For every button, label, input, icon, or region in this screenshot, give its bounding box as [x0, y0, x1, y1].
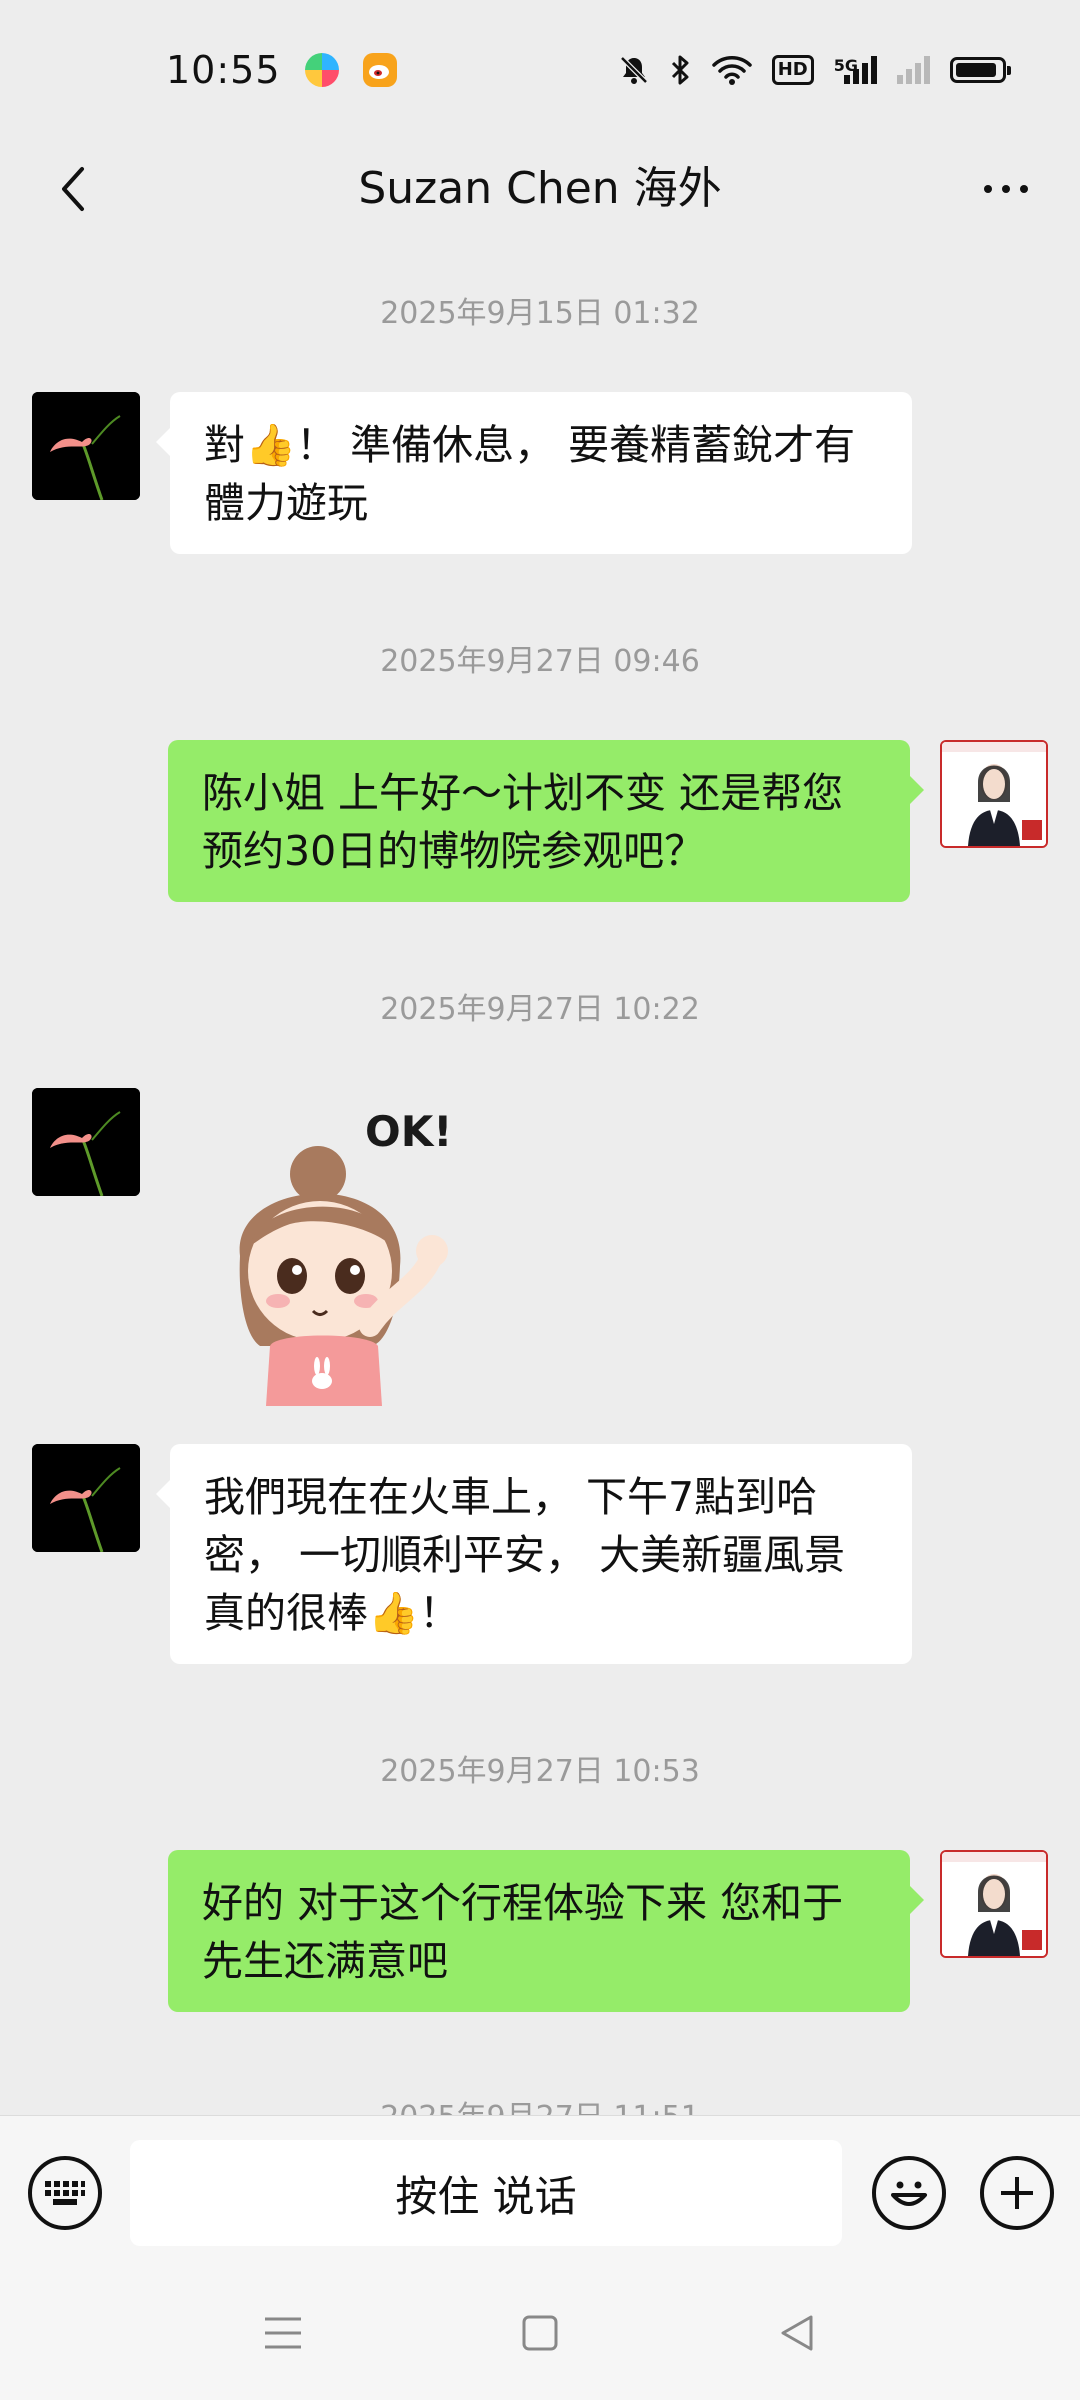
back-button[interactable] — [38, 154, 108, 224]
clock-time: 10:55 — [166, 48, 281, 92]
system-back-button[interactable] — [762, 2305, 832, 2361]
message-timestamp: 2025年9月15日 01:32 — [380, 296, 700, 331]
status-left: 10:55 — [166, 48, 397, 92]
colorful-app-icon — [304, 53, 339, 87]
hold-to-talk-button[interactable]: 按住 说话 — [130, 2140, 842, 2246]
more-functions-button[interactable] — [980, 2156, 1054, 2230]
outgoing-message-bubble[interactable]: 陈小姐 上午好～计划不变 还是帮您预约30日的博物院参观吧？ — [168, 740, 924, 902]
voice-keyboard-toggle-button[interactable] — [28, 2156, 102, 2230]
wifi-icon — [711, 54, 752, 86]
home-button[interactable] — [505, 2305, 575, 2361]
system-navigation-bar — [0, 2265, 1080, 2400]
weibo-icon — [362, 53, 397, 87]
sticker-caption: OK! — [365, 1107, 452, 1156]
outgoing-message-bubble[interactable]: 好的 对于这个行程体验下来 您和于先生还满意吧 — [168, 1850, 924, 2012]
mute-icon — [618, 54, 650, 86]
more-options-button[interactable] — [966, 154, 1046, 224]
plus-icon — [1001, 2177, 1033, 2209]
calla-lily-avatar-image — [32, 392, 140, 500]
contact-avatar[interactable] — [32, 1088, 140, 1196]
signal-empty-icon — [897, 56, 930, 84]
status-bar: 10:55 HD 5G — [0, 0, 1080, 140]
home-icon — [522, 2315, 558, 2351]
incoming-message-bubble[interactable]: 對👍！ 準備休息， 要養精蓄銳才有體力遊玩 — [156, 392, 912, 554]
back-triangle-icon — [781, 2315, 813, 2351]
status-indicators: HD 5G — [618, 54, 1011, 86]
bluetooth-icon — [670, 54, 692, 86]
incoming-message-bubble[interactable]: 我們現在在火車上， 下午7點到哈密， 一切順利平安， 大美新疆風景真的很棒👍！ — [156, 1444, 912, 1664]
profile-photo-avatar-image — [942, 742, 1046, 846]
chevron-left-icon — [62, 167, 84, 211]
battery-fill — [956, 63, 997, 77]
my-avatar[interactable] — [940, 740, 1048, 848]
contact-avatar[interactable] — [32, 1444, 140, 1552]
battery-icon — [950, 57, 1011, 83]
chat-input-bar: 按住 说话 — [0, 2115, 1080, 2266]
more-dots-icon — [984, 185, 992, 193]
profile-photo-avatar-image — [942, 1852, 1046, 1956]
hd-icon: HD — [771, 55, 814, 85]
signal-5g-icon: 5G — [834, 56, 877, 84]
emoji-icon — [891, 2181, 927, 2206]
calla-lily-avatar-image — [32, 1444, 140, 1552]
message-timestamp-partial: 2025年9月27日 11:51 — [0, 2092, 1080, 2115]
message-timestamp: 2025年9月27日 10:53 — [380, 1754, 700, 1789]
contact-avatar[interactable] — [32, 392, 140, 500]
calla-lily-avatar-image — [32, 1088, 140, 1196]
my-avatar[interactable] — [940, 1850, 1048, 1958]
message-list[interactable]: 2025年9月15日 01:32 對👍！ 準備休息， 要養精蓄銳才有體力遊玩 2… — [0, 240, 1080, 2115]
recent-apps-button[interactable] — [248, 2305, 318, 2361]
message-timestamp: 2025年9月27日 09:46 — [380, 644, 700, 679]
ok-girl-sticker[interactable]: OK! — [200, 1096, 490, 1406]
chat-title: Suzan Chen 海外 — [358, 163, 722, 214]
chat-header: Suzan Chen 海外 — [0, 140, 1080, 240]
keyboard-icon — [45, 2181, 85, 2205]
message-timestamp: 2025年9月27日 10:22 — [380, 992, 700, 1027]
menu-icon — [265, 2317, 301, 2349]
emoji-button[interactable] — [872, 2156, 946, 2230]
